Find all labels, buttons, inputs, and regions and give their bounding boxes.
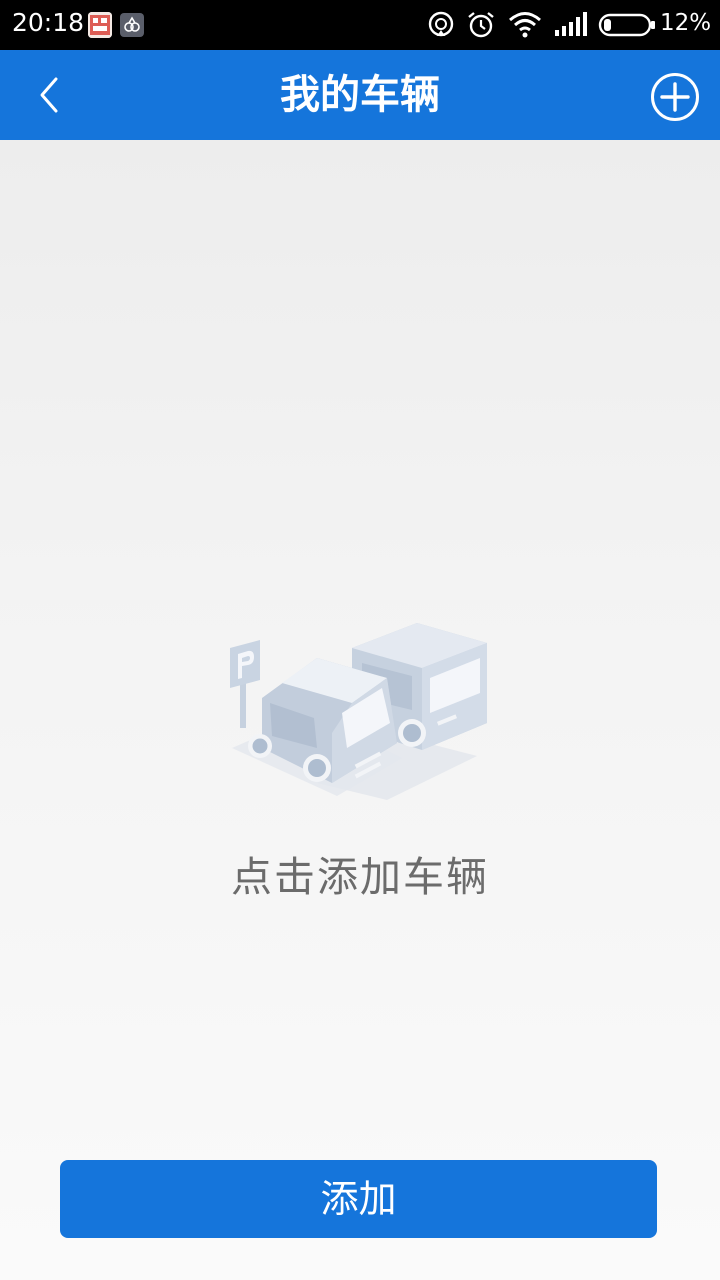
battery-icon — [598, 10, 656, 44]
app-bar: 我的车辆 — [0, 50, 720, 140]
chevron-left-icon — [40, 77, 58, 113]
gallery-notification-icon — [120, 13, 144, 37]
wifi-icon — [508, 10, 542, 42]
add-vehicle-button[interactable]: 添加 — [60, 1160, 657, 1238]
status-time: 20:18 — [12, 8, 85, 37]
plus-circle-icon — [651, 73, 699, 121]
parked-cars-illustration — [222, 618, 502, 803]
add-vehicle-icon-button[interactable] — [648, 70, 702, 124]
signal-icon — [553, 10, 589, 42]
back-button[interactable] — [24, 70, 74, 120]
empty-state-message[interactable]: 点击添加车辆 — [0, 843, 720, 903]
battery-percent: 12% — [660, 10, 712, 36]
sync-icon — [427, 10, 455, 44]
page-title: 我的车辆 — [280, 72, 440, 118]
alarm-icon — [466, 10, 496, 44]
app-notification-icon — [88, 12, 112, 38]
status-bar: 20:18 12% — [0, 0, 720, 50]
